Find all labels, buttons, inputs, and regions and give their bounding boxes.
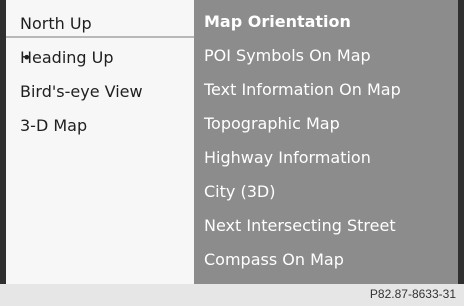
menu-item-topographic-map[interactable]: Topographic Map	[204, 110, 340, 138]
option-3d-map[interactable]: 3-D Map	[20, 112, 87, 140]
option-label: Bird's-eye View	[20, 82, 143, 101]
selected-bullet-icon: •	[22, 48, 32, 67]
menu-item-compass-on-map[interactable]: Compass On Map	[204, 246, 344, 274]
menu-item-next-intersecting-street[interactable]: Next Intersecting Street	[204, 212, 396, 240]
caption-bar: P82.87-8633-31	[0, 284, 464, 306]
screen-bezel-right	[458, 0, 464, 284]
option-label: North Up	[20, 14, 92, 33]
display-screen: North Up • Heading Up Bird's-eye View 3-…	[0, 0, 464, 284]
option-north-up[interactable]: North Up	[6, 10, 194, 38]
option-birds-eye-view[interactable]: Bird's-eye View	[20, 78, 143, 106]
orientation-options-panel: North Up • Heading Up Bird's-eye View 3-…	[6, 0, 194, 284]
menu-item-city-3d[interactable]: City (3D)	[204, 178, 275, 206]
map-settings-menu: Map Orientation POI Symbols On Map Text …	[194, 0, 458, 284]
menu-item-text-information[interactable]: Text Information On Map	[204, 76, 401, 104]
figure-code: P82.87-8633-31	[369, 287, 456, 301]
option-heading-up[interactable]: • Heading Up	[20, 44, 114, 72]
menu-item-highway-information[interactable]: Highway Information	[204, 144, 371, 172]
option-label: Heading Up	[20, 48, 114, 67]
menu-item-map-orientation[interactable]: Map Orientation	[204, 8, 351, 36]
menu-item-poi-symbols[interactable]: POI Symbols On Map	[204, 42, 371, 70]
option-label: 3-D Map	[20, 116, 88, 135]
